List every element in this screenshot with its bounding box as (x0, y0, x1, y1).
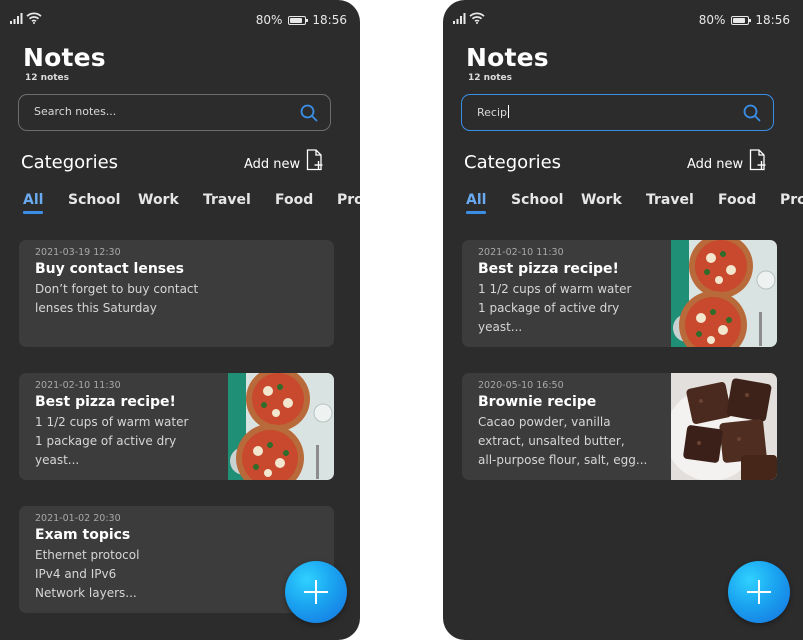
note-preview-line: 1 package of active dry (35, 434, 177, 448)
new-file-icon (750, 149, 766, 171)
categories-heading: Categories (464, 152, 562, 173)
tab-all[interactable]: All (23, 192, 44, 214)
brownie-photo (671, 373, 777, 480)
tab-pro[interactable]: Pro (780, 192, 803, 208)
clock: 18:56 (312, 13, 347, 27)
categories-heading: Categories (21, 152, 119, 173)
note-date: 2021-02-10 11:30 (478, 247, 564, 258)
note-preview-line: extract, unsalted butter, (478, 434, 625, 448)
search-icon[interactable] (743, 104, 761, 122)
tab-school[interactable]: School (68, 192, 120, 208)
add-note-button[interactable] (728, 561, 790, 623)
notes-screen-default: 80% 18:56 Notes 12 notes Search notes...… (0, 0, 360, 640)
note-preview-line: Network layers... (35, 586, 137, 600)
note-count: 12 notes (468, 73, 513, 83)
note-preview-line: Cacao powder, vanilla (478, 415, 611, 429)
tab-school[interactable]: School (511, 192, 563, 208)
plus-icon (747, 580, 771, 604)
tab-travel[interactable]: Travel (203, 192, 251, 208)
battery-icon (288, 15, 309, 25)
note-title: Best pizza recipe! (35, 394, 176, 410)
add-new-label: Add new (687, 157, 744, 172)
note-card[interactable]: 2021-02-10 11:30 Best pizza recipe! 1 1/… (19, 373, 334, 480)
note-preview-line: yeast... (478, 320, 523, 334)
new-file-icon (307, 149, 323, 171)
note-preview-line: yeast... (35, 453, 80, 467)
tab-work[interactable]: Work (581, 192, 622, 208)
note-preview-line: Don’t forget to buy contact (35, 282, 199, 296)
search-placeholder: Search notes... (34, 105, 117, 118)
plus-icon (304, 580, 328, 604)
note-date: 2021-02-10 11:30 (35, 380, 121, 391)
search-input[interactable]: Search notes... (18, 94, 331, 131)
signal-icon (10, 13, 23, 24)
pizza-photo (228, 373, 334, 480)
search-icon[interactable] (300, 104, 318, 122)
note-preview-line: IPv4 and IPv6 (35, 567, 117, 581)
note-card[interactable]: 2021-03-19 12:30 Buy contact lenses Don’… (19, 240, 334, 347)
note-date: 2021-03-19 12:30 (35, 247, 121, 258)
tab-food[interactable]: Food (275, 192, 313, 208)
note-preview-line: 1 package of active dry (478, 301, 620, 315)
note-count: 12 notes (25, 73, 70, 83)
tab-travel[interactable]: Travel (646, 192, 694, 208)
note-preview-line: all-purpose flour, salt, egg... (478, 453, 648, 467)
battery-percent: 80% (255, 13, 283, 27)
pizza-photo (671, 240, 777, 347)
status-bar: 80% 18:56 (453, 11, 790, 29)
note-preview-line: lenses this Saturday (35, 301, 157, 315)
search-input[interactable]: Recip (461, 94, 774, 131)
search-value: Recip (477, 106, 508, 119)
page-title: Notes (23, 43, 106, 72)
note-title: Exam topics (35, 527, 131, 543)
add-new-button[interactable]: Add new (687, 148, 767, 172)
wifi-icon (469, 12, 485, 24)
tab-all[interactable]: All (466, 192, 487, 214)
add-note-button[interactable] (285, 561, 347, 623)
note-title: Buy contact lenses (35, 261, 184, 277)
note-preview-line: 1 1/2 cups of warm water (35, 415, 189, 429)
tab-food[interactable]: Food (718, 192, 756, 208)
signal-icon (453, 13, 466, 24)
add-new-label: Add new (244, 157, 301, 172)
note-card[interactable]: 2020-05-10 16:50 Brownie recipe Cacao po… (462, 373, 777, 480)
note-preview-line: 1 1/2 cups of warm water (478, 282, 632, 296)
page-title: Notes (466, 43, 549, 72)
clock: 18:56 (755, 13, 790, 27)
note-date: 2021-01-02 20:30 (35, 513, 121, 524)
battery-icon (731, 15, 752, 25)
battery-percent: 80% (698, 13, 726, 27)
note-card[interactable]: 2021-02-10 11:30 Best pizza recipe! 1 1/… (462, 240, 777, 347)
note-title: Brownie recipe (478, 394, 597, 410)
wifi-icon (26, 12, 42, 24)
tab-work[interactable]: Work (138, 192, 179, 208)
notes-screen-search: 80% 18:56 Notes 12 notes Recip Categorie… (443, 0, 803, 640)
text-caret (508, 105, 510, 118)
status-bar: 80% 18:56 (10, 11, 347, 29)
add-new-button[interactable]: Add new (244, 148, 324, 172)
note-title: Best pizza recipe! (478, 261, 619, 277)
note-date: 2020-05-10 16:50 (478, 380, 564, 391)
tab-pro[interactable]: Pro (337, 192, 360, 208)
note-preview-line: Ethernet protocol (35, 548, 140, 562)
